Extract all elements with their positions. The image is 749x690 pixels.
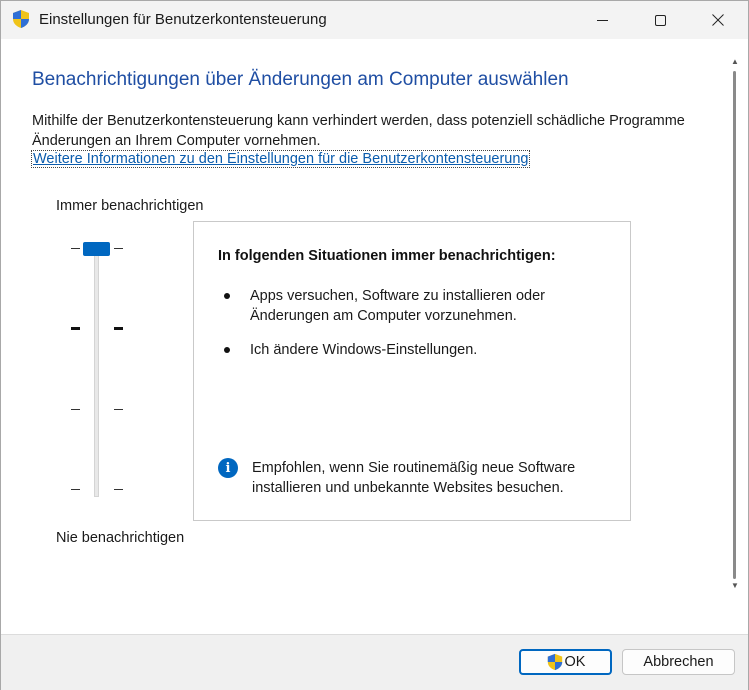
uac-shield-icon — [547, 653, 562, 671]
slider-tick — [71, 489, 80, 490]
bullet-text: Apps versuchen, Software zu installieren… — [250, 288, 545, 324]
slider-thumb[interactable] — [83, 242, 110, 256]
info-heading: In folgenden Situationen immer benachric… — [218, 248, 556, 264]
page-heading: Benachrichtigungen über Änderungen am Co… — [32, 69, 569, 90]
slider-tick — [114, 409, 123, 410]
slider-label-bottom: Nie benachrichtigen — [56, 530, 185, 546]
scroll-thumb[interactable] — [733, 71, 736, 579]
scroll-down-icon[interactable]: ▼ — [731, 581, 739, 590]
bullet-icon — [224, 293, 230, 299]
info-icon: i — [218, 458, 238, 478]
minimize-icon — [596, 19, 608, 21]
uac-shield-icon — [13, 10, 29, 28]
footer-bar: OK Abbrechen — [1, 635, 748, 690]
description-text: Mithilfe der Benutzerkontensteuerung kan… — [32, 113, 685, 149]
vertical-scrollbar[interactable]: ▲ ▼ — [730, 57, 740, 590]
scroll-up-icon[interactable]: ▲ — [731, 57, 739, 66]
slider-tick — [114, 248, 123, 249]
cancel-button[interactable]: Abbrechen — [622, 649, 735, 675]
bullet-text: Ich ändere Windows-Einstellungen. — [250, 342, 478, 358]
uac-settings-window: Einstellungen für Benutzerkontensteuerun… — [0, 0, 749, 690]
ok-button[interactable]: OK — [519, 649, 612, 675]
more-info-link[interactable]: Weitere Informationen zu den Einstellung… — [30, 150, 531, 168]
slider-tick — [71, 248, 80, 249]
info-panel: In folgenden Situationen immer benachric… — [193, 221, 631, 521]
close-button[interactable] — [695, 1, 741, 39]
close-icon — [712, 14, 724, 26]
maximize-button[interactable] — [637, 1, 683, 39]
maximize-icon — [654, 14, 666, 26]
title-bar[interactable]: Einstellungen für Benutzerkontensteuerun… — [1, 1, 748, 39]
recommendation-text: Empfohlen, wenn Sie routinemäßig neue So… — [252, 460, 576, 496]
slider-tick — [71, 409, 80, 410]
window-title: Einstellungen für Benutzerkontensteuerun… — [39, 11, 327, 28]
slider-tick — [114, 327, 123, 330]
minimize-button[interactable] — [579, 1, 625, 39]
ok-label: OK — [564, 654, 586, 670]
slider-track[interactable] — [94, 247, 99, 497]
slider-label-top: Immer benachrichtigen — [56, 198, 204, 214]
bullet-icon — [224, 347, 230, 353]
slider-tick — [71, 327, 80, 330]
slider-tick — [114, 489, 123, 490]
